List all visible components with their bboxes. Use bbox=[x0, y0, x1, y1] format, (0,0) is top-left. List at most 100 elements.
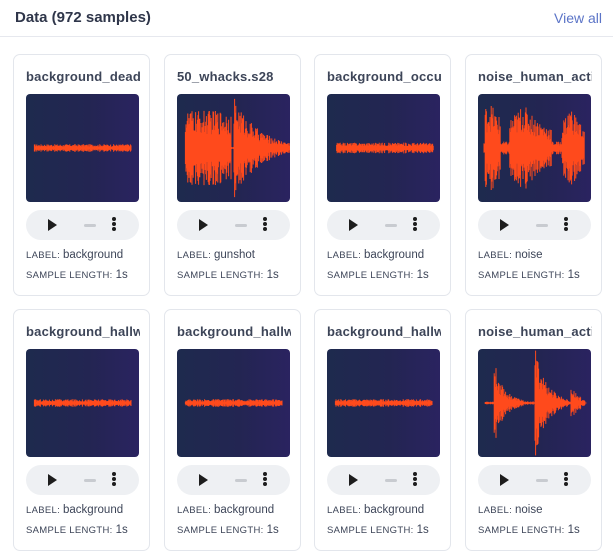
play-icon[interactable] bbox=[199, 474, 208, 486]
label-key: LABEL: bbox=[327, 250, 362, 261]
progress-bar[interactable] bbox=[536, 224, 548, 227]
sample-card[interactable]: background_occup LABEL: background SAMPLE… bbox=[314, 54, 451, 296]
sample-length-row: SAMPLE LENGTH: 1s bbox=[177, 269, 279, 281]
progress-bar[interactable] bbox=[536, 479, 548, 482]
waveform-preview bbox=[177, 94, 290, 202]
sample-card[interactable]: noise_human_acti LABEL: noise SAMPLE LENG… bbox=[465, 54, 602, 296]
sample-name[interactable]: background_hallw bbox=[26, 324, 140, 339]
label-key: LABEL: bbox=[177, 505, 212, 516]
more-options-icon[interactable] bbox=[262, 471, 268, 489]
waveform-preview bbox=[327, 349, 440, 457]
label-value: background bbox=[364, 249, 425, 261]
audio-player bbox=[327, 210, 440, 240]
waveform-path bbox=[334, 399, 433, 407]
more-options-icon[interactable] bbox=[262, 216, 268, 234]
waveform-graphic bbox=[184, 399, 283, 407]
progress-bar[interactable] bbox=[385, 224, 397, 227]
length-value: 1s bbox=[115, 269, 128, 281]
sample-name[interactable]: background_hallw bbox=[327, 324, 441, 339]
progress-bar[interactable] bbox=[235, 479, 247, 482]
label-value: noise bbox=[515, 249, 543, 261]
waveform-graphic bbox=[33, 144, 132, 152]
more-options-icon[interactable] bbox=[412, 471, 418, 489]
sample-label-row: LABEL: noise bbox=[478, 249, 543, 261]
more-options-icon[interactable] bbox=[412, 216, 418, 234]
waveform-path bbox=[184, 399, 283, 407]
audio-player bbox=[26, 465, 139, 495]
sample-length-row: SAMPLE LENGTH: 1s bbox=[327, 269, 429, 281]
length-key: SAMPLE LENGTH: bbox=[177, 270, 264, 281]
length-value: 1s bbox=[567, 269, 580, 281]
audio-player bbox=[177, 465, 290, 495]
waveform-preview bbox=[177, 349, 290, 457]
label-value: background bbox=[63, 504, 124, 516]
more-options-icon[interactable] bbox=[563, 216, 569, 234]
sample-name[interactable]: noise_human_acti bbox=[478, 324, 592, 339]
length-value: 1s bbox=[416, 524, 429, 536]
length-value: 1s bbox=[567, 524, 580, 536]
label-value: background bbox=[214, 504, 275, 516]
sample-card[interactable]: noise_human_acti LABEL: noise SAMPLE LENG… bbox=[465, 309, 602, 551]
sample-card[interactable]: 50_whacks.s28 LABEL: gunshot SAMPLE LENGT… bbox=[164, 54, 301, 296]
sample-length-row: SAMPLE LENGTH: 1s bbox=[478, 269, 580, 281]
progress-bar[interactable] bbox=[235, 224, 247, 227]
waveform-graphic bbox=[334, 399, 433, 407]
play-icon[interactable] bbox=[500, 474, 509, 486]
sample-card[interactable]: background_dead_ LABEL: background SAMPLE… bbox=[13, 54, 150, 296]
waveform-graphic bbox=[336, 142, 434, 154]
more-options-icon[interactable] bbox=[111, 471, 117, 489]
label-value: background bbox=[63, 249, 124, 261]
length-key: SAMPLE LENGTH: bbox=[177, 525, 264, 536]
length-key: SAMPLE LENGTH: bbox=[327, 270, 414, 281]
length-value: 1s bbox=[416, 269, 429, 281]
waveform-preview bbox=[26, 94, 139, 202]
label-key: LABEL: bbox=[478, 250, 513, 261]
length-key: SAMPLE LENGTH: bbox=[26, 270, 113, 281]
sample-length-row: SAMPLE LENGTH: 1s bbox=[26, 269, 128, 281]
samples-grid: background_dead_ LABEL: background SAMPLE… bbox=[13, 54, 613, 552]
sample-name[interactable]: background_hallw bbox=[177, 324, 291, 339]
play-icon[interactable] bbox=[349, 219, 358, 231]
play-icon[interactable] bbox=[500, 219, 509, 231]
play-icon[interactable] bbox=[349, 474, 358, 486]
label-value: background bbox=[364, 504, 425, 516]
waveform-path bbox=[33, 144, 132, 152]
sample-card[interactable]: background_hallw LABEL: background SAMPLE… bbox=[314, 309, 451, 551]
label-key: LABEL: bbox=[478, 505, 513, 516]
sample-name[interactable]: 50_whacks.s28 bbox=[177, 69, 291, 84]
sample-card[interactable]: background_hallw LABEL: background SAMPLE… bbox=[164, 309, 301, 551]
sample-name[interactable]: background_occup bbox=[327, 69, 441, 84]
label-key: LABEL: bbox=[26, 250, 61, 261]
sample-length-row: SAMPLE LENGTH: 1s bbox=[478, 524, 580, 536]
waveform-path bbox=[336, 142, 434, 154]
progress-bar[interactable] bbox=[385, 479, 397, 482]
label-key: LABEL: bbox=[327, 505, 362, 516]
progress-bar[interactable] bbox=[84, 479, 96, 482]
sample-length-row: SAMPLE LENGTH: 1s bbox=[327, 524, 429, 536]
sample-name[interactable]: background_dead_ bbox=[26, 69, 140, 84]
play-icon[interactable] bbox=[199, 219, 208, 231]
sample-length-row: SAMPLE LENGTH: 1s bbox=[26, 524, 128, 536]
sample-label-row: LABEL: background bbox=[327, 249, 424, 261]
waveform-graphic bbox=[484, 350, 587, 456]
more-options-icon[interactable] bbox=[111, 216, 117, 234]
sample-name[interactable]: noise_human_acti bbox=[478, 69, 592, 84]
waveform-preview bbox=[26, 349, 139, 457]
label-key: LABEL: bbox=[177, 250, 212, 261]
more-options-icon[interactable] bbox=[563, 471, 569, 489]
waveform-graphic bbox=[33, 399, 132, 407]
label-key: LABEL: bbox=[26, 505, 61, 516]
progress-bar[interactable] bbox=[84, 224, 96, 227]
sample-card[interactable]: background_hallw LABEL: background SAMPLE… bbox=[13, 309, 150, 551]
audio-player bbox=[26, 210, 139, 240]
view-all-link[interactable]: View all bbox=[554, 10, 602, 26]
play-icon[interactable] bbox=[48, 219, 57, 231]
label-value: noise bbox=[515, 504, 543, 516]
waveform-graphic bbox=[184, 98, 290, 198]
play-icon[interactable] bbox=[48, 474, 57, 486]
length-key: SAMPLE LENGTH: bbox=[478, 525, 565, 536]
waveform-preview bbox=[478, 349, 591, 457]
length-key: SAMPLE LENGTH: bbox=[327, 525, 414, 536]
waveform-path bbox=[483, 106, 585, 190]
audio-player bbox=[327, 465, 440, 495]
